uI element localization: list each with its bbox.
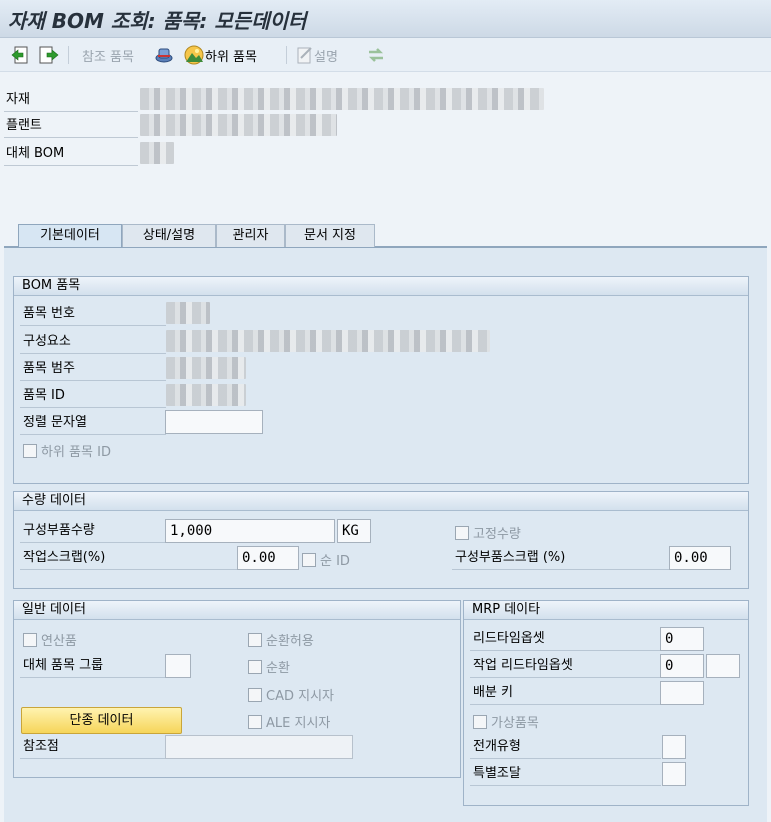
component-label: 구성요소 [20,330,166,354]
tab-basic-data[interactable]: 기본데이터 [18,224,122,247]
cad-indicator-checkbox[interactable]: CAD 지시자 [248,685,334,704]
unit-input[interactable]: KG [337,519,371,543]
op-lead-time-offset-input[interactable]: 0 [660,654,704,678]
operation-scrap-input[interactable]: 0.00 [237,546,299,570]
checkbox-box[interactable] [302,552,316,567]
reference-item-button[interactable]: 참조 품목 [82,44,134,66]
page-next-icon [39,46,59,64]
component-qty-label: 구성부품수량 [20,519,166,543]
group-title: BOM 품목 [14,277,748,296]
alt-bom-value [140,142,174,164]
checkbox-box[interactable] [248,714,262,729]
tab-admin[interactable]: 관리자 [216,224,285,247]
sub-item-id-checkbox[interactable]: 하위 품목 ID [23,441,111,460]
reference-point-input[interactable] [165,735,353,759]
phantom-item-checkbox[interactable]: 가상품목 [473,712,539,731]
op-lead-time-offset-label: 작업 리드타임옵셋 [470,654,661,678]
recursion-allowed-checkbox[interactable]: 순환허용 [248,630,314,649]
component-scrap-input[interactable]: 0.00 [669,546,731,570]
lead-time-offset-label: 리드타임옵셋 [470,627,661,651]
recursion-allowed-label: 순환허용 [266,634,314,649]
ale-indicator-checkbox[interactable]: ALE 지시자 [248,712,330,731]
alt-group-label: 대체 품목 그룹 [20,654,166,678]
component-qty-input[interactable]: 1,000 [165,519,335,543]
reference-point-label: 참조점 [20,735,166,759]
component-value [166,330,490,352]
edit-note-icon [297,47,312,64]
net-id-label: 순 ID [320,554,350,569]
sort-string-input[interactable] [165,410,263,434]
alt-bom-label: 대체 BOM [4,142,138,166]
swap-arrows-icon [368,48,384,62]
fixed-qty-checkbox[interactable]: 고정수량 [455,523,521,542]
op-lead-time-unit-input[interactable] [706,654,740,678]
item-number-label: 품목 번호 [20,302,166,326]
sub-item-label: 하위 품목 [205,49,257,65]
component-scrap-label: 구성부품스크랩 (%) [452,546,670,570]
explosion-type-label: 전개유형 [470,735,661,759]
explosion-type-input[interactable] [662,735,686,759]
phantom-item-label: 가상품목 [491,716,539,731]
checkbox-box[interactable] [248,687,262,702]
cad-indicator-label: CAD 지시자 [266,689,334,704]
page-title: 자재 BOM 조회: 품목: 모든데이터 [8,9,307,33]
checkbox-box[interactable] [248,659,262,674]
stack-button[interactable] [154,44,174,66]
description-button[interactable]: 설명 [296,44,338,66]
landscape-icon [184,45,204,65]
coproduct-label: 연산품 [41,634,77,649]
distribution-key-input[interactable] [660,681,704,705]
material-value [140,88,544,110]
recursion-checkbox[interactable]: 순환 [248,657,290,676]
checkbox-box[interactable] [23,443,37,458]
description-label: 설명 [314,49,338,65]
lead-time-offset-input[interactable]: 0 [660,627,704,651]
group-title: MRP 데이타 [464,601,748,620]
item-category-value [166,357,246,379]
fixed-qty-label: 고정수량 [473,527,521,542]
plant-label: 플랜트 [4,114,138,138]
special-procurement-input[interactable] [662,762,686,786]
next-item-button[interactable] [38,44,60,66]
special-procurement-label: 특별조달 [470,762,661,786]
checkbox-box[interactable] [248,632,262,647]
net-id-checkbox[interactable]: 순 ID [302,550,350,569]
switch-button[interactable] [366,44,386,66]
toolbar-separator [68,46,69,64]
tab-status[interactable]: 상태/설명 [122,224,216,247]
alt-group-input[interactable] [165,654,191,678]
coproduct-checkbox[interactable]: 연산품 [23,630,77,649]
item-id-label: 품목 ID [20,384,166,408]
previous-item-button[interactable] [10,44,30,66]
item-id-value [166,384,246,406]
checkbox-box[interactable] [455,525,469,540]
sub-item-id-label: 하위 품목 ID [41,445,111,460]
item-number-value [166,302,210,324]
toolbar-separator [286,46,287,64]
sort-string-label: 정렬 문자열 [20,411,166,435]
sub-item-button[interactable]: 하위 품목 [183,44,257,66]
recursion-label: 순환 [266,661,290,676]
tab-documents[interactable]: 문서 지정 [285,224,375,247]
checkbox-box[interactable] [473,714,487,729]
group-title: 수량 데이터 [14,492,748,511]
operation-scrap-label: 작업스크랩(%) [20,546,238,570]
material-label: 자재 [4,88,138,112]
plant-value [140,114,337,136]
distribution-key-label: 배분 키 [470,681,661,705]
group-title: 일반 데이터 [14,601,460,620]
page-prev-icon [11,46,28,64]
single-data-button[interactable]: 단종 데이터 [21,707,182,734]
ale-indicator-label: ALE 지시자 [266,716,331,731]
checkbox-box[interactable] [23,632,37,647]
hat-stack-icon [155,48,173,63]
item-category-label: 품목 범주 [20,357,166,381]
